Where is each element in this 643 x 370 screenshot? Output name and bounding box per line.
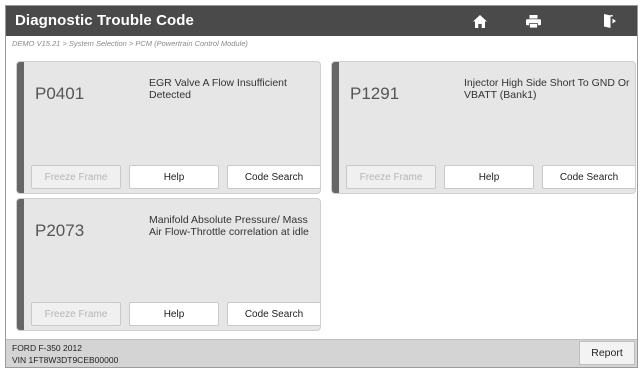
card-accent-bar bbox=[332, 62, 339, 193]
card-accent-bar bbox=[17, 199, 24, 330]
help-button[interactable]: Help bbox=[129, 302, 219, 326]
report-button[interactable]: Report bbox=[579, 341, 635, 365]
code-search-button[interactable]: Code Search bbox=[227, 302, 320, 326]
freeze-frame-button: Freeze Frame bbox=[31, 302, 121, 326]
exit-button[interactable] bbox=[592, 6, 628, 36]
dtc-description: Injector High Side Short To GND Or VBATT… bbox=[464, 77, 630, 101]
dtc-description: EGR Valve A Flow Insufficient Detected bbox=[149, 77, 287, 101]
dtc-code: P1291 bbox=[350, 84, 400, 103]
dtc-card: P2073 Manifold Absolute Pressure/ Mass A… bbox=[16, 198, 321, 331]
help-button[interactable]: Help bbox=[129, 165, 219, 189]
print-icon bbox=[525, 14, 541, 28]
card-accent-bar bbox=[17, 62, 24, 193]
dtc-actions: Freeze Frame Help Code Search bbox=[31, 165, 320, 189]
app-window: Diagnostic Trouble Code DEMO V15.21 > Sy… bbox=[5, 5, 638, 368]
dtc-actions: Freeze Frame Help Code Search bbox=[346, 165, 635, 189]
print-button[interactable] bbox=[515, 6, 551, 36]
freeze-frame-button: Freeze Frame bbox=[346, 165, 436, 189]
dtc-code: P2073 bbox=[35, 221, 85, 240]
vehicle-vin: VIN 1FT8W3DT9CEB00000 bbox=[12, 355, 119, 365]
dtc-actions: Freeze Frame Help Code Search bbox=[31, 302, 320, 326]
dtc-card: P1291 Injector High Side Short To GND Or… bbox=[331, 61, 636, 194]
help-button[interactable]: Help bbox=[444, 165, 534, 189]
status-footer: FORD F-350 2012 VIN 1FT8W3DT9CEB00000 Re… bbox=[6, 339, 637, 367]
exit-icon bbox=[604, 14, 616, 28]
home-icon bbox=[473, 14, 487, 28]
breadcrumb: DEMO V15.21 > System Selection > PCM (Po… bbox=[12, 39, 248, 48]
dtc-card: P0401 EGR Valve A Flow Insufficient Dete… bbox=[16, 61, 321, 194]
vehicle-name: FORD F-350 2012 bbox=[12, 343, 82, 353]
code-search-button[interactable]: Code Search bbox=[542, 165, 635, 189]
dtc-description: Manifold Absolute Pressure/ Mass Air Flo… bbox=[149, 214, 309, 238]
page-title: Diagnostic Trouble Code bbox=[15, 12, 194, 29]
code-search-button[interactable]: Code Search bbox=[227, 165, 320, 189]
freeze-frame-button: Freeze Frame bbox=[31, 165, 121, 189]
home-button[interactable] bbox=[462, 6, 498, 36]
title-bar: Diagnostic Trouble Code bbox=[6, 6, 637, 36]
dtc-code: P0401 bbox=[35, 84, 85, 103]
